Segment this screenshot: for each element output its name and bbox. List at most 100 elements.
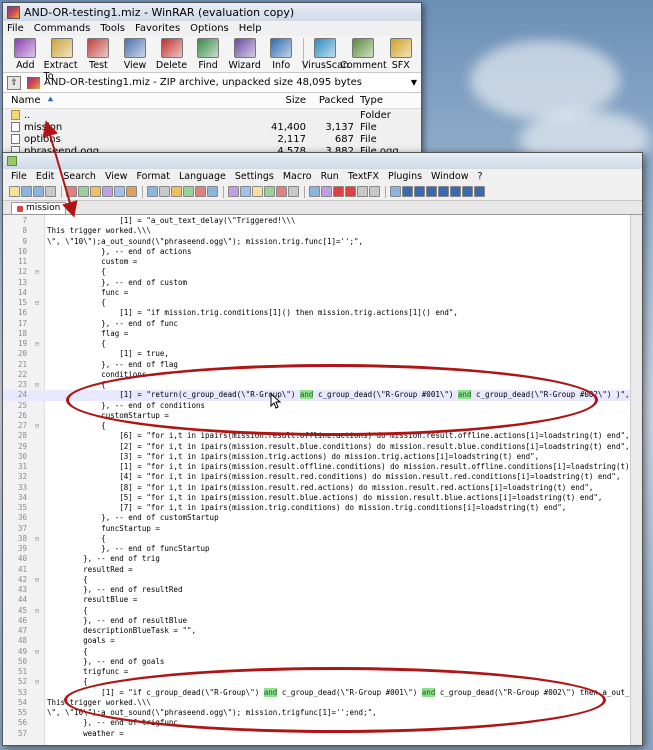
fold-toggle-icon[interactable]: ⊟: [32, 339, 42, 349]
npp-menu-window[interactable]: Window: [431, 171, 468, 182]
toolbar-tool-icon[interactable]: [228, 186, 239, 197]
line-number: 35: [17, 503, 27, 512]
npp-menu-edit[interactable]: Edit: [36, 171, 54, 182]
npp-menu-macro[interactable]: Macro: [283, 171, 312, 182]
toolbar-tool-icon[interactable]: [207, 186, 218, 197]
winrar-menu-options[interactable]: Options: [190, 23, 229, 34]
toolbar-tool-icon[interactable]: [9, 186, 20, 197]
add-button[interactable]: Add: [7, 38, 44, 71]
npp-menu-format[interactable]: Format: [137, 171, 170, 182]
winrar-menu-tools[interactable]: Tools: [100, 23, 125, 34]
test-button[interactable]: Test: [80, 38, 117, 71]
fold-toggle-icon[interactable]: ⊟: [32, 534, 42, 544]
notepadpp-title-bar[interactable]: [3, 153, 642, 169]
toolbar-tool-icon[interactable]: [474, 186, 485, 197]
toolbar-tool-icon[interactable]: [147, 186, 158, 197]
file-list-header: Name ⯅ Size Packed Type: [3, 93, 421, 109]
info-button[interactable]: Info: [263, 38, 300, 71]
npp-menu-help[interactable]: ?: [478, 171, 483, 182]
npp-menu-textfx[interactable]: TextFX: [348, 171, 379, 182]
toolbar-tool-icon[interactable]: [102, 186, 113, 197]
fold-toggle-icon[interactable]: ⊟: [32, 677, 42, 687]
find-button[interactable]: Find: [190, 38, 227, 71]
toolbar-tool-icon[interactable]: [171, 186, 182, 197]
toolbar-tool-icon[interactable]: [78, 186, 89, 197]
toolbar-tool-icon[interactable]: [252, 186, 263, 197]
toolbar-tool-icon[interactable]: [183, 186, 194, 197]
comment-button[interactable]: Comment: [340, 38, 387, 71]
fold-toggle-icon[interactable]: ⊟: [32, 647, 42, 657]
code-text: trigfunc =: [47, 667, 129, 676]
toolbar-tool-icon[interactable]: [309, 186, 320, 197]
toolbar-tool-icon[interactable]: [159, 186, 170, 197]
toolbar-tool-icon[interactable]: [390, 186, 401, 197]
toolbar-tool-icon[interactable]: [462, 186, 473, 197]
toolbar-tool-icon[interactable]: [426, 186, 437, 197]
npp-menu-view[interactable]: View: [105, 171, 128, 182]
fold-toggle-icon[interactable]: ⊟: [32, 267, 42, 277]
toolbar-tool-icon[interactable]: [402, 186, 413, 197]
toolbar-tool-icon[interactable]: [66, 186, 77, 197]
toolbar-tool-icon[interactable]: [369, 186, 380, 197]
extract-to-button[interactable]: Extract To: [44, 38, 81, 82]
fold-toggle-icon[interactable]: ⊟: [32, 298, 42, 308]
winrar-title-bar[interactable]: AND-OR-testing1.miz - WinRAR (evaluation…: [3, 3, 421, 21]
toolbar-tool-icon[interactable]: [264, 186, 275, 197]
tab-mission[interactable]: mission: [11, 202, 67, 214]
delete-button[interactable]: Delete: [153, 38, 190, 71]
toolbar-tool-icon[interactable]: [276, 186, 287, 197]
file-row[interactable]: mission 41,400 3,137 File: [3, 121, 421, 133]
npp-menu-search[interactable]: Search: [63, 171, 96, 182]
fold-toggle-icon[interactable]: ⊟: [32, 421, 42, 431]
line-number: 27: [17, 421, 27, 430]
winrar-menu-commands[interactable]: Commands: [34, 23, 91, 34]
view-button[interactable]: View: [117, 38, 154, 71]
column-packed[interactable]: Packed: [306, 95, 354, 106]
npp-menu-plugins[interactable]: Plugins: [388, 171, 422, 182]
toolbar-button-label: Add: [16, 60, 35, 71]
toolbar-tool-icon[interactable]: [450, 186, 461, 197]
npp-menu-language[interactable]: Language: [179, 171, 226, 182]
fold-toggle-icon[interactable]: ⊟: [32, 575, 42, 585]
code-text: [2] = "for i,t in ipairs(mission.result.…: [47, 441, 630, 451]
toolbar-tool-icon[interactable]: [438, 186, 449, 197]
winrar-menu-file[interactable]: File: [7, 23, 24, 34]
line-number: 7: [22, 216, 27, 225]
toolbar-tool-icon[interactable]: [240, 186, 251, 197]
toolbar-tool-icon[interactable]: [195, 186, 206, 197]
editor-vertical-scrollbar[interactable]: [630, 215, 642, 745]
toolbar-separator: [223, 185, 224, 198]
file-row[interactable]: options 2,117 687 File: [3, 133, 421, 145]
toolbar-tool-icon[interactable]: [414, 186, 425, 197]
column-name[interactable]: Name ⯅: [3, 95, 258, 106]
toolbar-tool-icon[interactable]: [126, 186, 137, 197]
toolbar-tool-icon[interactable]: [114, 186, 125, 197]
toolbar-tool-icon[interactable]: [321, 186, 332, 197]
toolbar-tool-icon[interactable]: [45, 186, 56, 197]
npp-menu-run[interactable]: Run: [321, 171, 339, 182]
annotation-oval-conditions: [66, 364, 598, 436]
chevron-down-icon[interactable]: ▼: [411, 78, 417, 87]
toolbar-tool-icon[interactable]: [21, 186, 32, 197]
code-line: 13 }, -- end of custom: [3, 278, 642, 288]
file-list: .. Folder mission 41,400 3,137 File options 2,1…: [3, 109, 421, 157]
toolbar-tool-icon[interactable]: [33, 186, 44, 197]
toolbar-tool-icon[interactable]: [288, 186, 299, 197]
npp-menu-settings[interactable]: Settings: [235, 171, 274, 182]
npp-menu-file[interactable]: File: [11, 171, 27, 182]
toolbar-tool-icon[interactable]: [333, 186, 344, 197]
sfx-button[interactable]: SFX: [382, 38, 419, 71]
fold-toggle-icon[interactable]: ⊟: [32, 606, 42, 616]
toolbar-tool-icon[interactable]: [345, 186, 356, 197]
file-row[interactable]: .. Folder: [3, 109, 421, 121]
wizard-button[interactable]: Wizard: [226, 38, 263, 71]
winrar-menu-favorites[interactable]: Favorites: [135, 23, 180, 34]
toolbar-tool-icon[interactable]: [357, 186, 368, 197]
winrar-menu-help[interactable]: Help: [239, 23, 262, 34]
column-size[interactable]: Size: [258, 95, 306, 106]
virusscan-button[interactable]: VirusScan: [302, 38, 349, 71]
fold-toggle-icon[interactable]: ⊟: [32, 380, 42, 390]
up-folder-icon[interactable]: ⇧: [7, 75, 21, 90]
column-type[interactable]: Type: [354, 95, 414, 106]
toolbar-tool-icon[interactable]: [90, 186, 101, 197]
